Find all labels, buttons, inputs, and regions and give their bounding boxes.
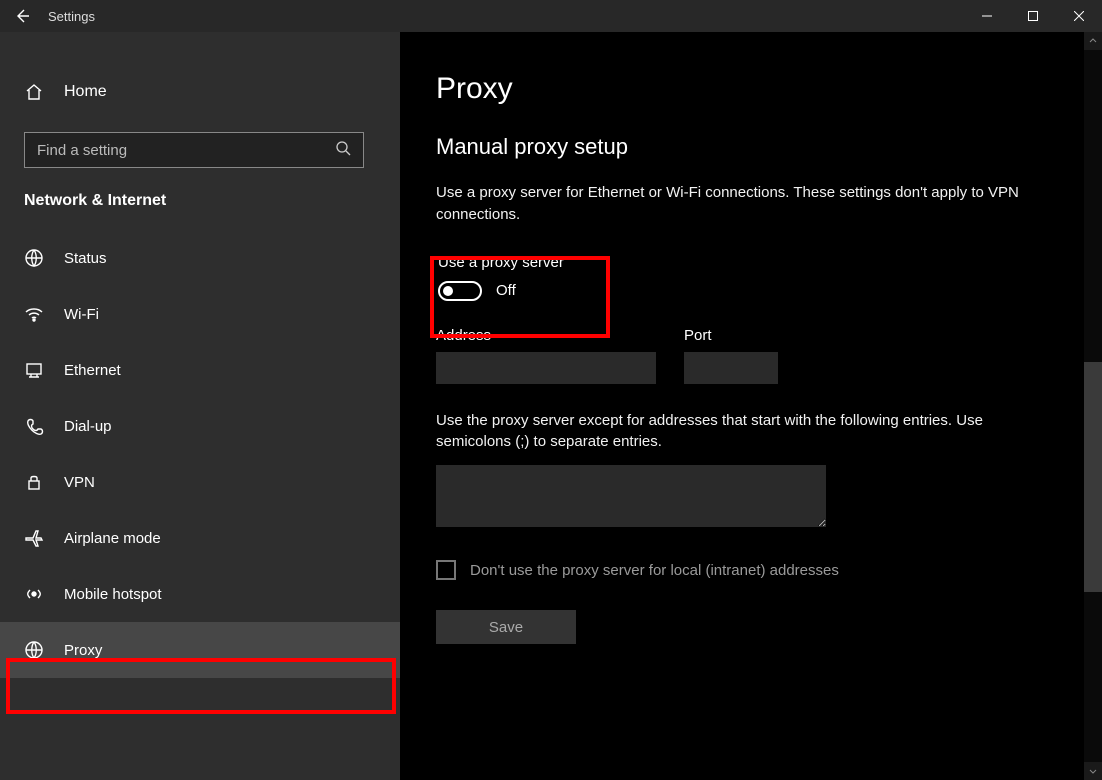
window-controls xyxy=(964,0,1102,32)
sidebar-item-label: Dial-up xyxy=(64,418,112,435)
sidebar-item-vpn[interactable]: VPN xyxy=(0,454,400,510)
scroll-down-button[interactable] xyxy=(1084,762,1102,780)
scrollbar-thumb[interactable] xyxy=(1084,362,1102,592)
port-input[interactable] xyxy=(684,352,778,384)
sidebar-item-airplane[interactable]: Airplane mode xyxy=(0,510,400,566)
airplane-icon xyxy=(24,528,44,548)
close-button[interactable] xyxy=(1056,0,1102,32)
status-icon xyxy=(24,248,44,268)
sidebar-item-label: Status xyxy=(64,250,107,267)
scroll-up-button[interactable] xyxy=(1084,32,1102,50)
maximize-button[interactable] xyxy=(1010,0,1056,32)
exceptions-input[interactable] xyxy=(436,465,826,527)
window-title: Settings xyxy=(48,9,95,24)
chevron-down-icon xyxy=(1089,767,1097,775)
local-bypass-checkbox[interactable] xyxy=(436,560,456,580)
home-icon xyxy=(24,82,44,102)
toggle-state: Off xyxy=(496,282,516,299)
search-icon xyxy=(335,140,351,161)
sidebar-item-label: Proxy xyxy=(64,642,102,659)
section-description: Use a proxy server for Ethernet or Wi-Fi… xyxy=(436,182,1026,226)
exceptions-description: Use the proxy server except for addresse… xyxy=(436,410,1026,454)
save-button-label: Save xyxy=(489,619,523,636)
sidebar-item-label: Mobile hotspot xyxy=(64,586,162,603)
hotspot-icon xyxy=(24,584,44,604)
home-label: Home xyxy=(64,83,107,101)
maximize-icon xyxy=(1028,11,1038,21)
sidebar: Home Network & Internet Status Wi-Fi Eth… xyxy=(0,32,400,780)
chevron-up-icon xyxy=(1089,37,1097,45)
sidebar-item-label: Ethernet xyxy=(64,362,121,379)
back-arrow-icon xyxy=(14,8,30,24)
minimize-icon xyxy=(982,11,992,21)
sidebar-home[interactable]: Home xyxy=(0,70,400,114)
sidebar-item-label: Airplane mode xyxy=(64,530,161,547)
back-button[interactable] xyxy=(14,8,30,24)
content-area: Proxy Manual proxy setup Use a proxy ser… xyxy=(400,32,1102,780)
sidebar-item-wifi[interactable]: Wi-Fi xyxy=(0,286,400,342)
page-title: Proxy xyxy=(436,72,1066,106)
vpn-icon xyxy=(24,472,44,492)
titlebar: Settings xyxy=(0,0,1102,32)
ethernet-icon xyxy=(24,360,44,380)
search-input[interactable] xyxy=(37,142,335,159)
sidebar-category-title: Network & Internet xyxy=(0,192,400,230)
toggle-label: Use a proxy server xyxy=(438,254,564,271)
sidebar-item-dialup[interactable]: Dial-up xyxy=(0,398,400,454)
close-icon xyxy=(1074,11,1084,21)
scrollbar[interactable] xyxy=(1084,32,1102,780)
dialup-icon xyxy=(24,416,44,436)
sidebar-item-status[interactable]: Status xyxy=(0,230,400,286)
sidebar-item-label: Wi-Fi xyxy=(64,306,99,323)
address-input[interactable] xyxy=(436,352,656,384)
sidebar-item-hotspot[interactable]: Mobile hotspot xyxy=(0,566,400,622)
sidebar-item-label: VPN xyxy=(64,474,95,491)
section-title: Manual proxy setup xyxy=(436,134,1066,160)
sidebar-item-proxy[interactable]: Proxy xyxy=(0,622,400,678)
save-button[interactable]: Save xyxy=(436,610,576,644)
minimize-button[interactable] xyxy=(964,0,1010,32)
search-box[interactable] xyxy=(24,132,364,168)
address-label: Address xyxy=(436,327,656,344)
proxy-icon xyxy=(24,640,44,660)
port-label: Port xyxy=(684,327,778,344)
proxy-toggle[interactable] xyxy=(438,281,482,301)
wifi-icon xyxy=(24,304,44,324)
local-bypass-label: Don't use the proxy server for local (in… xyxy=(470,562,839,579)
sidebar-item-ethernet[interactable]: Ethernet xyxy=(0,342,400,398)
